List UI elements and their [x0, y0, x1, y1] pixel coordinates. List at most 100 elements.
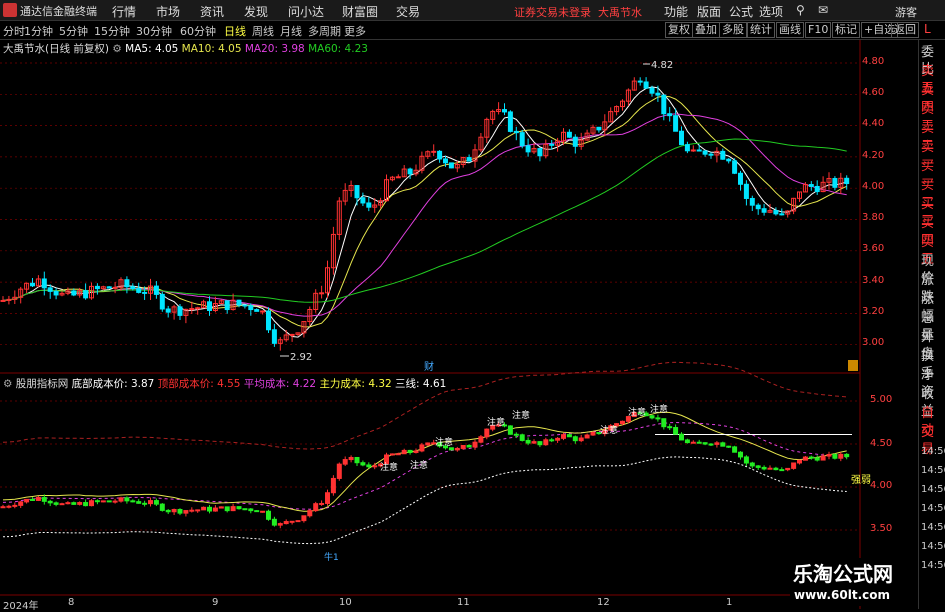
- guest-label[interactable]: 游客: [895, 4, 917, 20]
- sub-candle-body: [838, 453, 844, 459]
- candle-body: [71, 290, 77, 296]
- sub-candle-body: [236, 506, 242, 510]
- candle-body: [448, 162, 454, 169]
- menu-wealth[interactable]: 财富圈: [342, 3, 378, 20]
- login-notice[interactable]: 证券交易未登录 大禹节水: [514, 4, 642, 20]
- sub-candle-body: [844, 453, 850, 458]
- tab-60min[interactable]: 60分钟: [180, 23, 216, 39]
- sub-candle-body: [165, 509, 171, 513]
- candle-body: [755, 204, 761, 210]
- sub-candle-body: [224, 506, 230, 512]
- candle-body: [366, 202, 372, 208]
- btn-draw[interactable]: 画线: [776, 22, 804, 38]
- menu-function[interactable]: 功能: [664, 3, 688, 20]
- sub-settings-icon[interactable]: ⚙: [3, 378, 12, 390]
- btn-back[interactable]: 返回: [891, 22, 919, 38]
- sub-candle-body: [30, 498, 35, 501]
- sub-candle-body: [667, 426, 673, 429]
- ma10-line: [2, 95, 847, 328]
- message-icon[interactable]: ✉: [818, 3, 828, 17]
- candle-body: [720, 150, 726, 160]
- sub-candle-body: [348, 456, 354, 461]
- sub-candle-body: [201, 506, 207, 511]
- sub-candle-body: [342, 459, 348, 465]
- candle-body: [207, 301, 212, 311]
- brand-url: www.60lt.com: [794, 588, 891, 602]
- candle-body: [195, 307, 201, 310]
- sub-candle-body: [655, 417, 661, 420]
- sub-candle-body: [307, 510, 313, 517]
- candle-body: [354, 185, 360, 199]
- main-legend: 大禹节水(日线 前复权) ⚙ MA5: 4.05 MA10: 4.05 MA20…: [3, 41, 368, 56]
- menu-trade[interactable]: 交易: [396, 3, 420, 20]
- tab-30min[interactable]: 30分钟: [136, 23, 172, 39]
- candle-body: [260, 310, 266, 313]
- menu-options[interactable]: 选项: [759, 3, 783, 20]
- tab-1min[interactable]: 1分钟: [24, 23, 53, 39]
- menu-formula[interactable]: 公式: [729, 3, 753, 20]
- candle-body: [679, 130, 684, 146]
- candle-body: [814, 185, 820, 193]
- side-time: 14:56: [921, 560, 945, 571]
- sub-candle-body: [507, 425, 513, 435]
- search-icon[interactable]: ⚲: [796, 3, 805, 17]
- menu-layout[interactable]: 版面: [697, 3, 721, 20]
- btn-mark[interactable]: 标记: [832, 22, 860, 38]
- kline-chart[interactable]: 4.822.92财注意注意注意注意注意 注意注意 注意牛1强弱: [0, 40, 918, 609]
- sub-candle-body: [732, 446, 738, 453]
- candle-body: [254, 309, 260, 312]
- menu-news[interactable]: 资讯: [200, 3, 224, 20]
- candle-body: [649, 87, 655, 94]
- tab-daily[interactable]: 日线: [224, 23, 246, 39]
- menu-quote[interactable]: 行情: [112, 3, 136, 20]
- brand-watermark: 乐淘公式网 www.60lt.com: [790, 558, 918, 606]
- sub-tick: 4.50: [870, 438, 893, 449]
- tab-weekly[interactable]: 周线: [252, 23, 274, 39]
- settings-icon[interactable]: ⚙: [112, 43, 121, 55]
- high-price-label: 4.82: [651, 60, 673, 71]
- tab-monthly[interactable]: 月线: [280, 23, 302, 39]
- date-tick: 10: [339, 597, 352, 608]
- ma5-label: MA5: 4.05: [125, 43, 179, 55]
- btn-stats[interactable]: 统计: [747, 22, 775, 38]
- sub-candle-body: [177, 508, 183, 514]
- sub-candle-body: [584, 434, 590, 439]
- btn-overlay[interactable]: 叠加: [692, 22, 720, 38]
- sub-candle-body: [419, 444, 425, 452]
- menu-assistant[interactable]: 问小达: [288, 3, 324, 20]
- sub-candle-body: [773, 467, 779, 471]
- sub-candle-body: [519, 434, 525, 441]
- candle-body: [537, 148, 543, 157]
- price-tick: 3.00: [862, 337, 885, 348]
- strength-marker: 强弱: [851, 474, 871, 486]
- sub-candle-body: [12, 504, 18, 507]
- candle-body: [53, 290, 59, 296]
- tab-multi-period[interactable]: 多周期: [308, 23, 341, 39]
- menu-discover[interactable]: 发现: [244, 3, 268, 20]
- sub-candle-body: [791, 462, 797, 469]
- tab-more[interactable]: 更多: [344, 23, 366, 39]
- price-tick: 3.40: [862, 275, 885, 286]
- notice-marker: 注意: [650, 403, 668, 415]
- ma60-label: MA60: 4.23: [308, 43, 368, 55]
- sub-candle-body: [832, 453, 838, 459]
- candle-body: [761, 208, 767, 213]
- btn-multi-stock[interactable]: 多股: [719, 22, 747, 38]
- menu-market[interactable]: 市场: [156, 3, 180, 20]
- btn-adjust[interactable]: 复权: [665, 22, 693, 38]
- event-marker-icon: [848, 360, 858, 371]
- sub-candle-body: [401, 449, 407, 455]
- sub-candle-body: [714, 442, 720, 445]
- sub-candle-body: [195, 509, 201, 512]
- tab-intraday[interactable]: 分时: [3, 23, 25, 39]
- candle-body: [572, 136, 578, 147]
- candle-body: [502, 109, 507, 113]
- tab-5min[interactable]: 5分钟: [59, 23, 88, 39]
- sub-candle-body: [802, 456, 808, 461]
- candle-body: [643, 81, 649, 89]
- tab-15min[interactable]: 15分钟: [94, 23, 130, 39]
- btn-f10[interactable]: F10: [805, 22, 832, 38]
- side-toggle-icon[interactable]: L: [924, 22, 931, 36]
- top-bar: 通达信金融终端 行情 市场 资讯 发现 问小达 财富圈 交易 证券交易未登录 大…: [0, 0, 945, 21]
- candle-body: [159, 293, 165, 310]
